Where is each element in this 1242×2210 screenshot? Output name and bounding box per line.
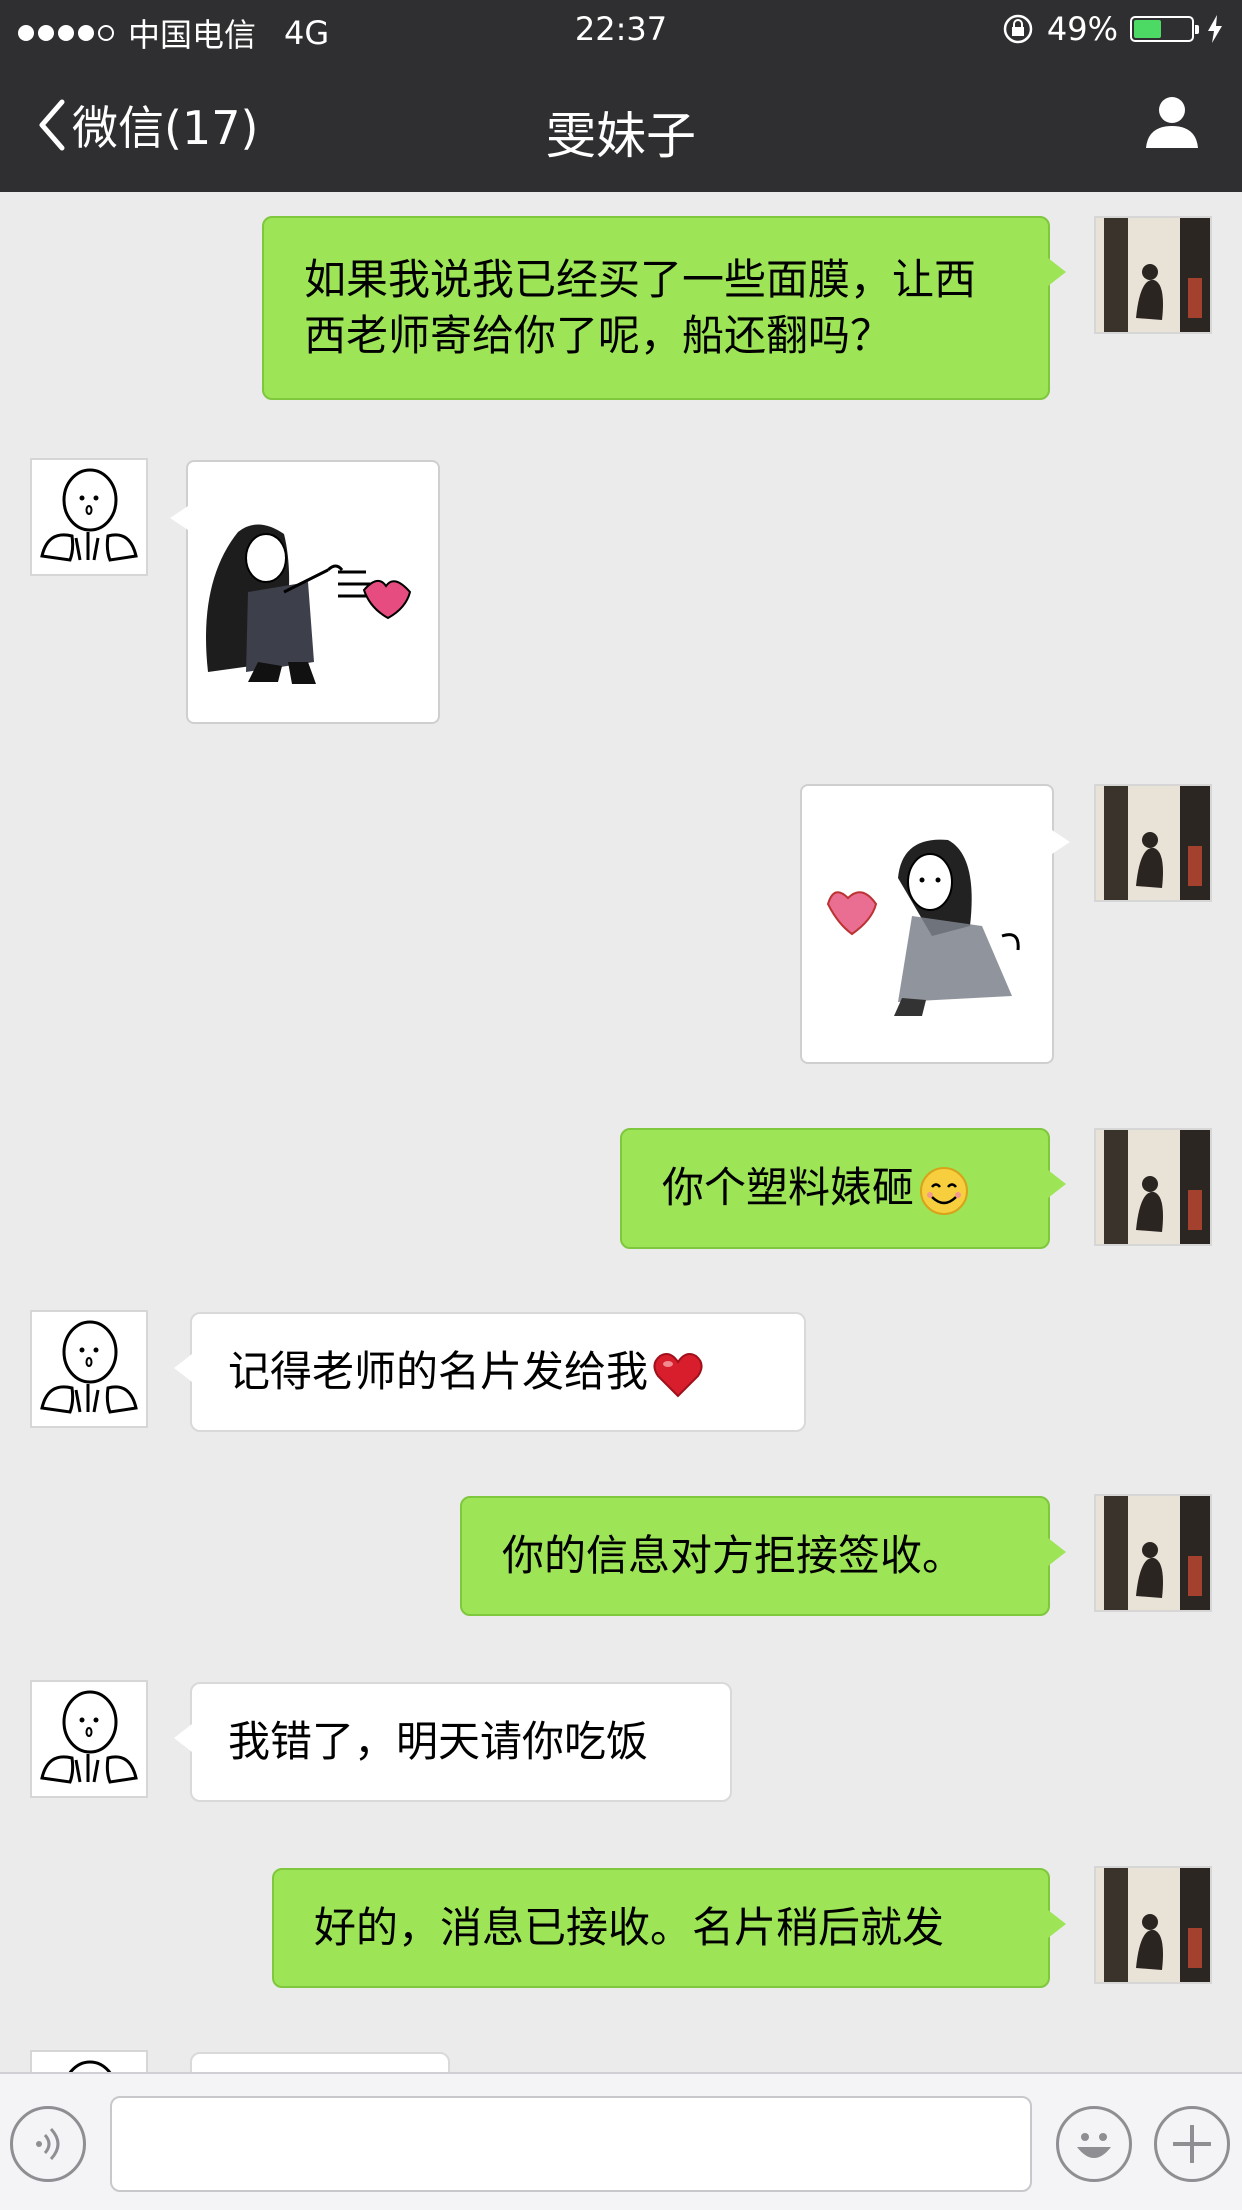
voice-icon [36,2127,60,2161]
status-right: 49% [1001,10,1224,48]
red-heart-emoji [653,1352,703,1397]
status-bar: 中国电信 4G 22:37 49% [0,0,1242,62]
my-avatar[interactable] [1094,216,1212,334]
battery-icon [1130,16,1199,42]
girl-holding-heart-sticker [826,839,1020,1016]
chat-title: 雯妹子 [546,107,696,165]
message-bubble-outgoing[interactable]: 你个塑料婊砸 [620,1128,1066,1249]
message-input-bar [0,2072,1242,2210]
message-bubble-outgoing[interactable]: 你的信息对方拒接签收。 [460,1496,1066,1616]
message-bubble-incoming[interactable] [190,2052,450,2072]
emoji-button[interactable] [1056,2106,1132,2182]
chat-message-list[interactable]: 如果我说我已经买了一些面膜，让西西老师寄给你了呢，船还翻吗？ 你个塑料婊砸 记得… [0,192,1242,2072]
my-avatar[interactable] [1094,784,1212,902]
charging-bolt-icon [1208,15,1222,43]
contact-avatar[interactable] [30,2050,148,2072]
emoji-icon [1077,2133,1111,2158]
message-text: 你的信息对方拒接签收。 [502,1531,965,1580]
message-text: 我错了，明天请你吃饭 [228,1717,649,1766]
contact-profile-button[interactable] [1142,92,1202,156]
smiley-emoji [920,1166,969,1215]
my-avatar[interactable] [1094,1494,1212,1612]
message-text: 如果我说我已经买了一些面膜，让西西老师寄给你了呢，船还翻吗？ [304,255,977,360]
plus-icon [1173,2125,1211,2163]
rotation-lock-icon [1003,14,1033,44]
message-text-input[interactable] [110,2096,1032,2192]
contact-avatar[interactable] [30,1680,148,1798]
message-text: 记得老师的名片发给我 [228,1347,649,1396]
my-avatar[interactable] [1094,1866,1212,1984]
battery-percent: 49% [1046,10,1118,48]
message-bubble-incoming[interactable]: 我错了，明天请你吃饭 [174,1682,732,1802]
message-text: 你个塑料婊砸 [662,1163,915,1212]
message-bubble-outgoing[interactable]: 好的，消息已接收。名片稍后就发 [272,1868,1066,1988]
girl-blowing-kiss-sticker [206,524,412,684]
my-avatar[interactable] [1094,1128,1212,1246]
message-bubble-outgoing[interactable]: 如果我说我已经买了一些面膜，让西西老师寄给你了呢，船还翻吗？ [262,216,1066,400]
contact-avatar[interactable] [30,1310,148,1428]
more-actions-button[interactable] [1154,2106,1230,2182]
contact-avatar[interactable] [30,458,148,576]
sticker-message-incoming[interactable] [170,460,440,724]
voice-input-button[interactable] [10,2106,86,2182]
message-bubble-incoming[interactable]: 记得老师的名片发给我 [174,1312,806,1432]
sticker-message-outgoing[interactable] [800,784,1070,1064]
person-icon [1146,97,1198,148]
message-text: 好的，消息已接收。名片稍后就发 [314,1903,945,1952]
navigation-bar: 微信(17) 雯妹子 [0,62,1242,192]
